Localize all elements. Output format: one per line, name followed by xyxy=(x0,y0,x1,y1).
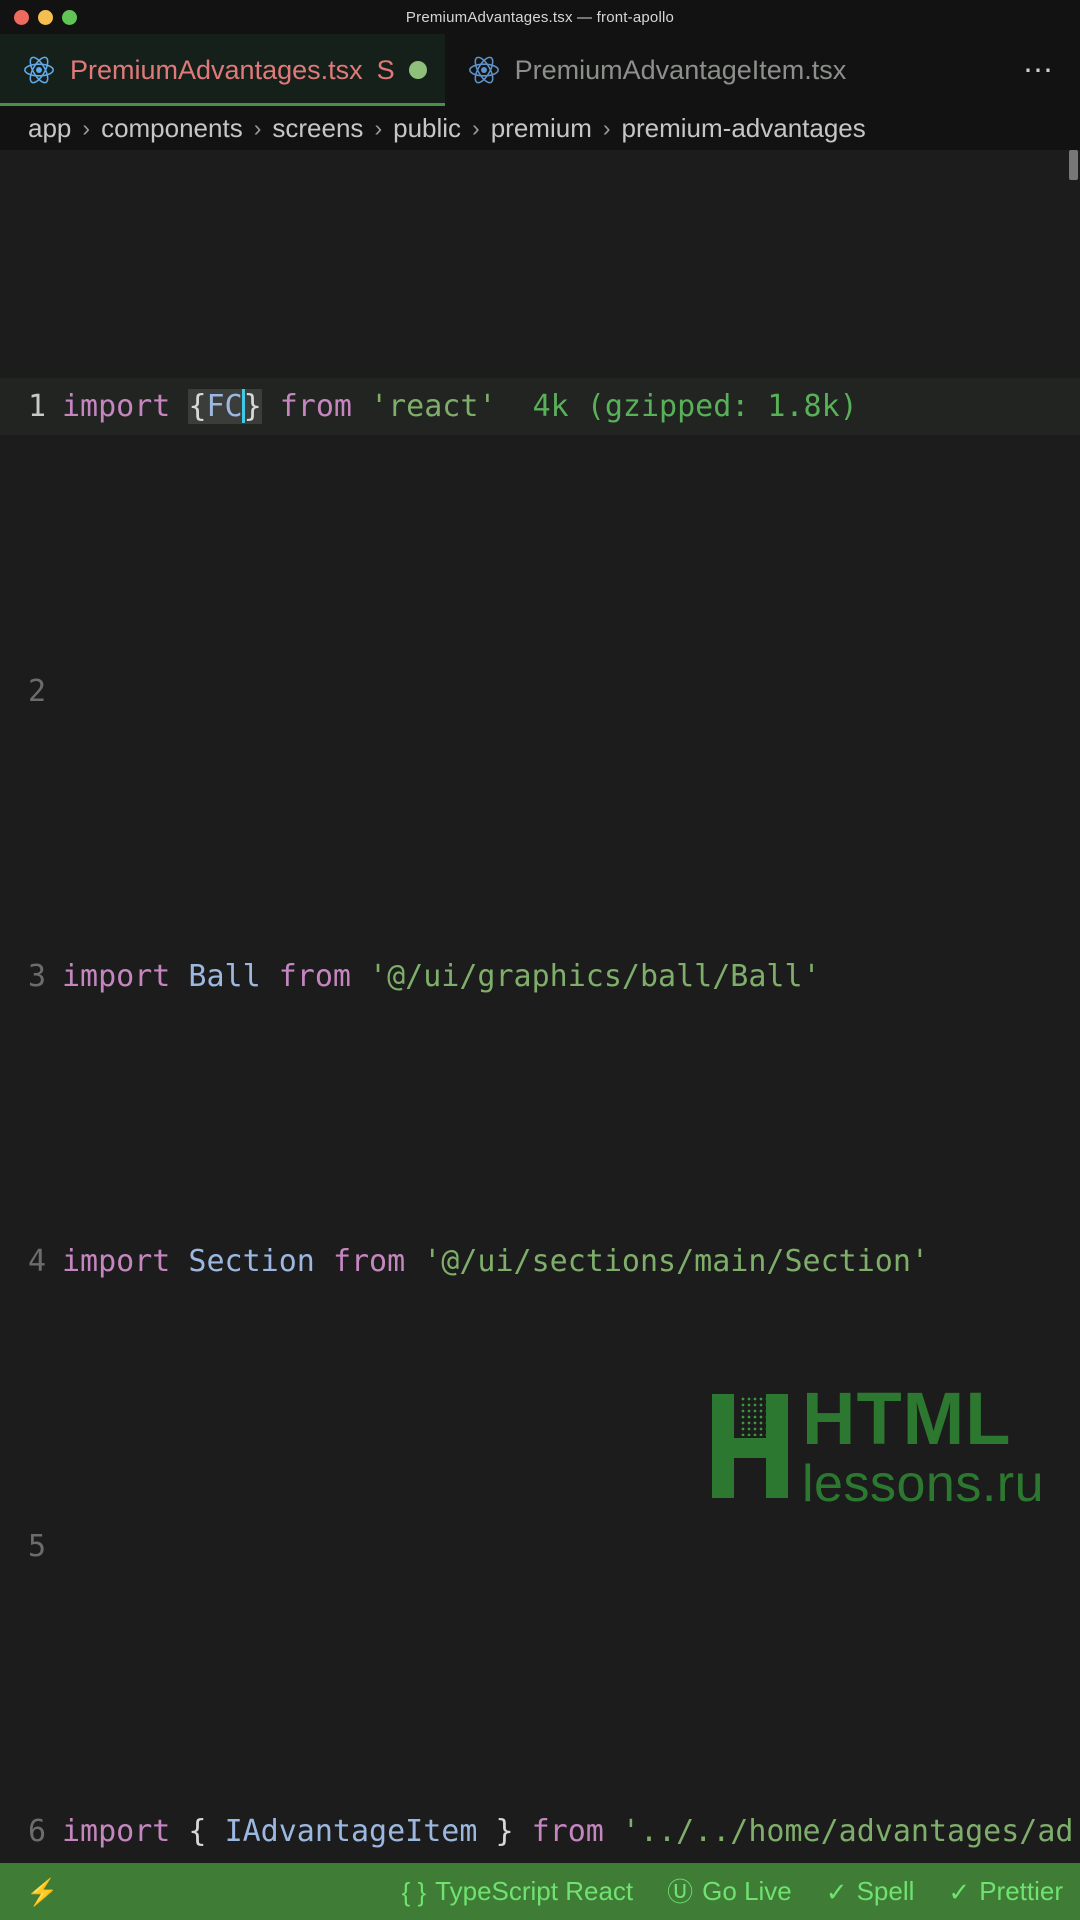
line-number: 4 xyxy=(27,1244,46,1279)
token-from: from xyxy=(332,1244,406,1279)
chevron-right-icon: › xyxy=(472,114,480,141)
line-number: 5 xyxy=(27,1529,46,1564)
title-bar: PremiumAdvantages.tsx — front-apollo xyxy=(0,0,1080,34)
line-number: 3 xyxy=(27,959,46,994)
token-brace-open: { xyxy=(170,1814,225,1849)
token-brace-close: } xyxy=(243,389,262,424)
token-module: 'react' xyxy=(370,389,497,424)
code-line-6[interactable]: 6 import { IAdvantageItem } from '../../… xyxy=(0,1803,1080,1863)
code-editor[interactable]: 1 import {FC} from 'react' 4k (gzipped: … xyxy=(0,150,1080,1863)
import-cost-annotation: 4k (gzipped: 1.8k) xyxy=(532,389,858,424)
token-brace-open: { xyxy=(188,389,207,424)
breadcrumb: app › components › screens › public › pr… xyxy=(0,106,1080,150)
vertical-scrollbar[interactable] xyxy=(1066,150,1080,1863)
check-icon: ✓ xyxy=(825,1876,848,1907)
code-text[interactable]: import {FC} from 'react' 4k (gzipped: 1.… xyxy=(62,378,1080,435)
code-content[interactable]: 1 import {FC} from 'react' 4k (gzipped: … xyxy=(0,150,1080,1863)
tab-dirty-indicator[interactable] xyxy=(408,61,427,79)
tab-premium-advantages[interactable]: PremiumAdvantages.tsx S xyxy=(0,34,445,106)
status-language-label: TypeScript React xyxy=(435,1876,634,1906)
zoom-button[interactable] xyxy=(62,9,77,25)
scrollbar-thumb[interactable] xyxy=(1069,150,1078,180)
braces-icon: { } xyxy=(401,1876,427,1907)
code-text[interactable]: import Ball from '@/ui/graphics/ball/Bal… xyxy=(62,948,1080,1005)
status-go-live-label: Go Live xyxy=(702,1876,792,1906)
code-line-4[interactable]: 4 import Section from '@/ui/sections/mai… xyxy=(0,1233,1080,1290)
tab-label-suffix: S xyxy=(376,54,395,85)
code-line-3[interactable]: 3 import Ball from '@/ui/graphics/ball/B… xyxy=(0,948,1080,1005)
code-text[interactable]: import { IAdvantageItem } from '../../ho… xyxy=(62,1803,1080,1863)
breadcrumb-item-app[interactable]: app xyxy=(28,113,71,144)
token-name: IAdvantageItem xyxy=(224,1814,478,1849)
breadcrumb-item-components[interactable]: components xyxy=(101,113,243,144)
react-icon xyxy=(24,56,54,84)
breadcrumb-item-public[interactable]: public xyxy=(393,113,461,144)
status-spell-label: Spell xyxy=(856,1876,915,1906)
token-import: import xyxy=(62,1244,171,1279)
status-prettier-label: Prettier xyxy=(979,1876,1063,1906)
token-module: '@/ui/sections/main/Section' xyxy=(405,1244,929,1279)
token-import: import xyxy=(62,389,171,424)
check-icon: ✓ xyxy=(948,1876,971,1907)
tab-overflow-button[interactable]: ⋯ xyxy=(999,34,1080,106)
vscode-window: PremiumAdvantages.tsx — front-apollo Pre… xyxy=(0,0,1080,1920)
code-line-5[interactable]: 5 xyxy=(0,1518,1080,1575)
breadcrumb-item-screens[interactable]: screens xyxy=(272,113,363,144)
token-brace-close: } xyxy=(477,1814,532,1849)
breadcrumb-item-premium[interactable]: premium xyxy=(491,113,592,144)
token-from: from xyxy=(531,1814,604,1849)
tab-label: PremiumAdvantageItem.tsx xyxy=(514,54,847,85)
chevron-right-icon: › xyxy=(602,114,611,141)
broadcast-icon: Ⓤ xyxy=(667,1876,694,1907)
lightning-icon: ⚡ xyxy=(26,1876,59,1907)
status-lightning-button[interactable]: ⚡ xyxy=(0,1863,75,1920)
token-import: import xyxy=(62,1814,171,1849)
selection-highlight: {FC} xyxy=(188,389,262,424)
token-fc: FC xyxy=(206,389,243,424)
traffic-lights xyxy=(14,9,77,25)
tab-premium-advantage-item[interactable]: PremiumAdvantageItem.tsx xyxy=(445,34,865,106)
code-line-2[interactable]: 2 xyxy=(0,663,1080,720)
token-from: from xyxy=(279,389,352,424)
window-title: PremiumAdvantages.tsx — front-apollo xyxy=(405,8,675,26)
token-import: import xyxy=(62,959,171,994)
status-language-mode[interactable]: { } TypeScript React xyxy=(385,1863,651,1920)
chevron-right-icon: › xyxy=(374,114,383,141)
chevron-right-icon: › xyxy=(82,114,91,141)
breadcrumb-item-premium-advantages[interactable]: premium-advantages xyxy=(622,113,866,144)
react-icon xyxy=(468,56,499,84)
status-spell[interactable]: ✓ Spell xyxy=(809,1863,932,1920)
close-button[interactable] xyxy=(14,9,29,25)
chevron-right-icon: › xyxy=(253,114,262,141)
status-bar: ⚡ { } TypeScript React Ⓤ Go Live ✓ Spell… xyxy=(0,1863,1080,1920)
code-text[interactable]: import Section from '@/ui/sections/main/… xyxy=(62,1233,1080,1290)
status-prettier[interactable]: ✓ Prettier xyxy=(931,1863,1080,1920)
tab-label: PremiumAdvantages.tsx xyxy=(70,54,363,85)
line-number: 2 xyxy=(27,674,46,709)
code-line-1[interactable]: 1 import {FC} from 'react' 4k (gzipped: … xyxy=(0,378,1080,435)
tab-bar: PremiumAdvantages.tsx S PremiumAdvantage… xyxy=(0,34,1080,106)
token-from: from xyxy=(278,959,351,994)
token-name: Section xyxy=(170,1244,333,1279)
token-module: '@/ui/graphics/ball/Ball' xyxy=(351,959,821,994)
token-name: Ball xyxy=(170,959,279,994)
minimize-button[interactable] xyxy=(38,9,53,25)
line-number: 6 xyxy=(27,1814,46,1849)
line-number: 1 xyxy=(27,389,46,424)
status-go-live[interactable]: Ⓤ Go Live xyxy=(650,1863,809,1920)
